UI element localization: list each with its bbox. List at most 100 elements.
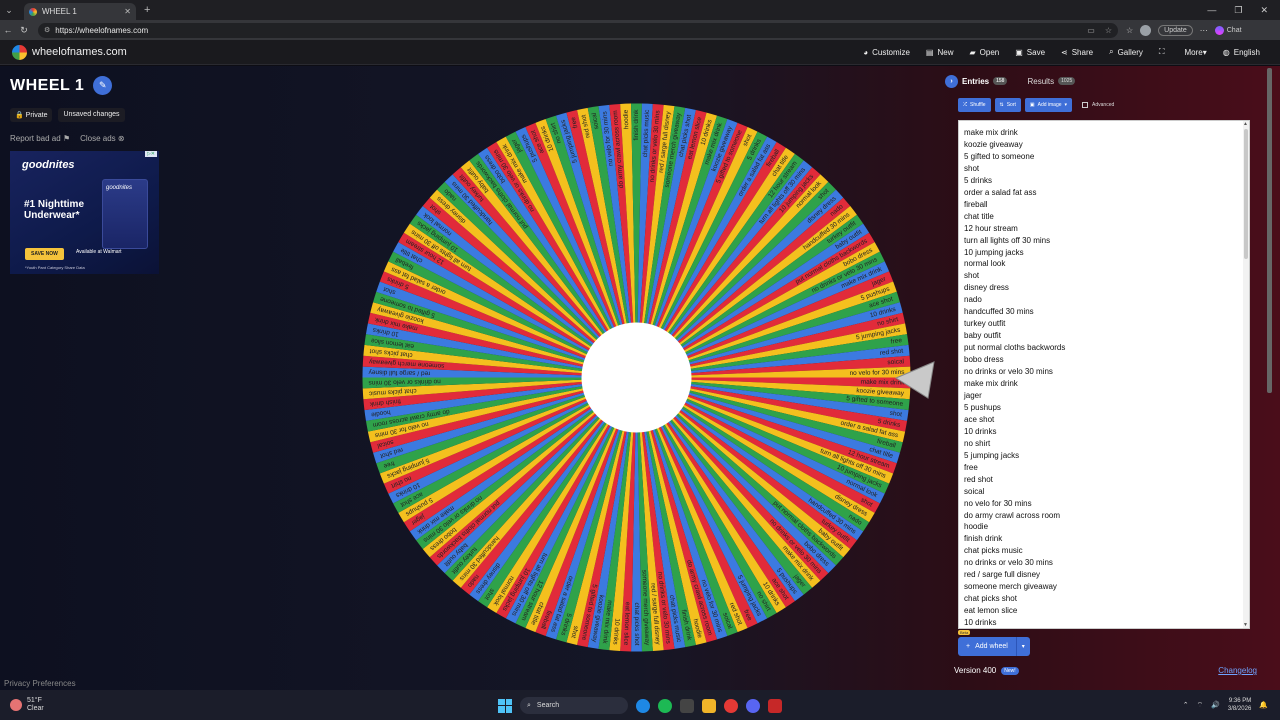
site-logo-link[interactable]: wheelofnames.com <box>12 44 127 60</box>
entry-line: free <box>964 462 978 472</box>
menu-save-button[interactable]: ▣ Save <box>1007 48 1053 57</box>
menu-label: Gallery <box>1117 47 1143 57</box>
save-icon: ▣ <box>1015 47 1023 57</box>
menu-more-button[interactable]: More ▾ <box>1177 48 1215 57</box>
chat-button[interactable]: Chat <box>1214 25 1242 35</box>
scroll-down-icon[interactable]: ▼ <box>1243 622 1248 628</box>
menu-label: Open <box>979 47 1000 57</box>
edit-title-button[interactable]: ✎ <box>93 76 113 95</box>
entry-line: eat lemon slice <box>964 606 1018 616</box>
windows-taskbar: 51°F Clear ⌕ Search ⌃ ⌔ 🔊 9:36 PM 3/8/2026… <box>0 690 1280 720</box>
close-window-icon[interactable]: ✕ <box>1260 5 1268 16</box>
profile-avatar[interactable] <box>1140 24 1152 36</box>
wheel-hub[interactable] <box>581 322 692 433</box>
restore-icon[interactable]: ❐ <box>1234 5 1242 16</box>
notifications-icon[interactable]: 🔔 <box>1259 701 1268 709</box>
entry-line: 10 drinks <box>964 618 997 628</box>
volume-icon[interactable]: 🔊 <box>1211 701 1220 709</box>
entry-line: put normal cloths backwords <box>964 343 1066 353</box>
weather-condition: Clear <box>27 705 44 712</box>
more-options-icon[interactable]: ⋯ <box>1200 26 1208 35</box>
tab-search-icon[interactable]: ⌄ <box>0 5 18 16</box>
page-scrollbar[interactable] <box>1266 66 1274 690</box>
add-image-button[interactable]: ▣ Add image ▾ <box>1024 98 1073 112</box>
entry-line: no shirt <box>964 438 991 448</box>
close-ads-link[interactable]: Close ads ⊗ <box>80 134 125 143</box>
close-tab-icon[interactable]: ✕ <box>124 7 131 16</box>
discord-icon[interactable] <box>746 698 760 713</box>
entry-line: koozie giveaway <box>964 139 1023 149</box>
entry-line: handcuffed 30 mins <box>964 307 1034 317</box>
wheel-segment-label: hoodie <box>623 109 631 129</box>
spinning-wheel[interactable]: make mix drinkkoozie giveaway5 gifted to… <box>360 101 913 654</box>
clock[interactable]: 9:36 PM 3/8/2026 <box>1228 697 1251 713</box>
entry-line: make mix drink <box>964 128 1018 137</box>
page-scroll-thumb[interactable] <box>1267 68 1272 393</box>
menu-gallery-button[interactable]: ⌕ Gallery <box>1101 47 1151 57</box>
menu-customize-button[interactable]: ◕ Customize <box>855 48 918 57</box>
ad-brand: goodnites <box>22 159 75 171</box>
favorites-icon[interactable]: ☆ <box>1126 26 1133 35</box>
privacy-chip[interactable]: 🔒 Private <box>10 108 53 122</box>
menu-open-button[interactable]: ▰ Open <box>961 48 1007 57</box>
network-icon[interactable]: ⌔ <box>1197 701 1204 710</box>
menu-fullscreen-button[interactable]: ⛶ <box>1151 47 1177 57</box>
obs-icon[interactable] <box>768 698 782 713</box>
adchoices-icon[interactable]: ▷✕ <box>144 151 157 157</box>
xbox-icon[interactable] <box>680 698 694 713</box>
entries-scrollbar[interactable]: ▲ ▼ <box>1243 121 1249 628</box>
ad-cta-button[interactable]: SAVE NOW <box>25 248 64 260</box>
advertisement[interactable]: ▷✕ goodnites #1 Nighttime Underwear* goo… <box>10 151 159 274</box>
edge-icon[interactable] <box>636 698 650 713</box>
file-explorer-icon[interactable] <box>702 698 716 713</box>
shuffle-icon: ⤮ <box>963 102 968 108</box>
entries-scroll-thumb[interactable] <box>1244 129 1248 259</box>
entry-line: ace shot <box>964 414 995 424</box>
site-info-icon[interactable]: ⚙ <box>44 26 50 34</box>
windows-start-icon[interactable] <box>498 698 512 713</box>
tray-chevron-icon[interactable]: ⌃ <box>1183 701 1189 709</box>
tab-results-label: Results <box>1027 76 1055 86</box>
menu-new-button[interactable]: ▤ New <box>918 48 962 57</box>
search-icon: ⌕ <box>1109 47 1114 56</box>
entry-line: no velo for 30 mins <box>964 498 1032 508</box>
update-button[interactable]: Update <box>1158 24 1193 36</box>
new-tab-icon[interactable]: + <box>144 4 150 16</box>
entry-line: do army crawl across room <box>964 510 1061 520</box>
collapse-panel-icon[interactable]: › <box>945 74 958 88</box>
spotify-icon[interactable] <box>658 698 672 713</box>
shuffle-button[interactable]: ⤮ Shuffle <box>958 98 991 112</box>
changelog-link[interactable]: Changelog <box>1218 666 1257 675</box>
entry-line: bobo dress <box>964 355 1004 365</box>
entries-textarea[interactable]: make mix drink koozie giveaway 5 gifted to… <box>958 120 1250 629</box>
taskbar-search[interactable]: ⌕ Search <box>520 697 628 714</box>
menu-label: Share <box>1071 47 1094 57</box>
share-icon: ⋖ <box>1061 47 1068 57</box>
shuffle-label: Shuffle <box>970 102 986 108</box>
menu-share-button[interactable]: ⋖ Share <box>1053 48 1101 57</box>
back-icon[interactable]: ← <box>0 25 16 35</box>
entry-line: 5 drinks <box>964 175 993 185</box>
version-row: Version 400 New! Changelog <box>954 666 1257 675</box>
report-ad-link[interactable]: Report bad ad ⚑ <box>10 134 70 143</box>
add-wheel-button[interactable]: + Add wheel ▾ <box>958 637 1030 656</box>
minimize-icon[interactable]: — <box>1207 5 1216 16</box>
sort-button[interactable]: ⇅ Sort <box>994 98 1021 112</box>
tab-entries[interactable]: › Entries 158 <box>945 74 1008 88</box>
reload-icon[interactable]: ↻ <box>16 25 32 36</box>
chrome-icon[interactable] <box>724 698 738 713</box>
weather-widget[interactable]: 51°F Clear <box>10 697 44 713</box>
privacy-preferences-link[interactable]: Privacy Preferences <box>4 679 76 688</box>
add-wheel-dropdown-icon[interactable]: ▾ <box>1015 637 1030 656</box>
address-bar-row: ← ↻ ⚙ https://wheelofnames.com ▭ ☆ ☆ Upd… <box>0 20 1280 40</box>
tab-results[interactable]: Results 1025 <box>1027 76 1076 86</box>
menu-english-button[interactable]: ◍ English <box>1215 48 1268 57</box>
url-field[interactable]: ⚙ https://wheelofnames.com ▭ ☆ <box>38 22 1118 38</box>
advanced-checkbox[interactable]: Advanced <box>1082 102 1114 108</box>
clock-time: 9:36 PM <box>1228 698 1252 704</box>
bookmark-star-icon[interactable]: ☆ <box>1105 26 1112 35</box>
install-icon[interactable]: ▭ <box>1087 26 1095 35</box>
scroll-up-icon[interactable]: ▲ <box>1243 121 1248 127</box>
ad-fine-print: *Youth Pant Category Share Data <box>25 265 85 270</box>
browser-tab[interactable]: WHEEL 1 ✕ <box>24 3 136 20</box>
